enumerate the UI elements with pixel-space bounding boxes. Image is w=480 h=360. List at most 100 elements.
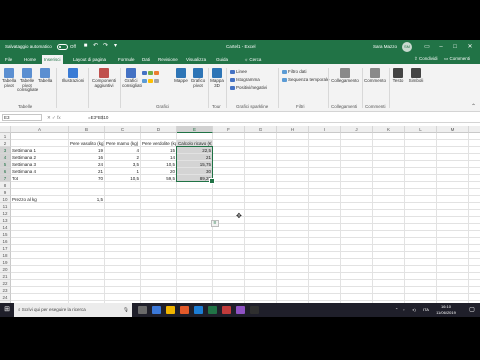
cell[interactable] bbox=[105, 287, 141, 294]
row-header-3[interactable]: 3 bbox=[0, 147, 11, 154]
cell[interactable] bbox=[437, 154, 469, 161]
cell[interactable] bbox=[69, 217, 105, 224]
cell[interactable] bbox=[11, 294, 69, 301]
windows-start-icon[interactable]: ⊞ bbox=[0, 303, 14, 317]
autosave-toggle[interactable] bbox=[57, 44, 68, 50]
cell[interactable] bbox=[245, 287, 277, 294]
cell[interactable] bbox=[277, 266, 309, 273]
row-header-7[interactable]: 7 bbox=[0, 175, 11, 182]
cell[interactable] bbox=[373, 182, 405, 189]
task-view-icon[interactable] bbox=[138, 306, 147, 314]
cell[interactable] bbox=[245, 224, 277, 231]
row-header-10[interactable]: 10 bbox=[0, 196, 11, 203]
cell[interactable] bbox=[341, 273, 373, 280]
cell[interactable] bbox=[105, 196, 141, 203]
cell[interactable] bbox=[405, 210, 437, 217]
cell[interactable] bbox=[309, 154, 341, 161]
row-header-22[interactable]: 22 bbox=[0, 280, 11, 287]
cell[interactable] bbox=[373, 245, 405, 252]
cell[interactable] bbox=[177, 196, 213, 203]
cell[interactable] bbox=[213, 294, 245, 301]
cell[interactable] bbox=[277, 210, 309, 217]
cell[interactable] bbox=[105, 203, 141, 210]
cell[interactable] bbox=[341, 252, 373, 259]
cell[interactable] bbox=[405, 294, 437, 301]
row-header-13[interactable]: 13 bbox=[0, 217, 11, 224]
cell[interactable] bbox=[177, 217, 213, 224]
cell[interactable] bbox=[309, 259, 341, 266]
row-header-1[interactable]: 1 bbox=[0, 133, 11, 140]
cell[interactable] bbox=[277, 238, 309, 245]
row-label-cell[interactable]: Settimana 3 bbox=[11, 161, 69, 168]
column-header-k[interactable]: K bbox=[373, 126, 405, 133]
cell[interactable] bbox=[437, 189, 469, 196]
cell[interactable] bbox=[341, 224, 373, 231]
cell[interactable] bbox=[373, 266, 405, 273]
cell[interactable] bbox=[105, 231, 141, 238]
cell[interactable] bbox=[437, 175, 469, 182]
cell[interactable] bbox=[469, 189, 480, 196]
cell[interactable] bbox=[437, 133, 469, 140]
cell[interactable] bbox=[141, 273, 177, 280]
cell[interactable] bbox=[11, 203, 69, 210]
cell[interactable] bbox=[213, 147, 245, 154]
cell[interactable] bbox=[213, 175, 245, 182]
cell[interactable] bbox=[437, 294, 469, 301]
fx-label[interactable]: fx bbox=[57, 115, 61, 120]
cell[interactable] bbox=[309, 238, 341, 245]
cell[interactable] bbox=[373, 189, 405, 196]
cell[interactable] bbox=[213, 168, 245, 175]
cell[interactable] bbox=[213, 133, 245, 140]
cell[interactable] bbox=[341, 189, 373, 196]
cell[interactable] bbox=[373, 231, 405, 238]
cell[interactable] bbox=[469, 161, 480, 168]
cell[interactable] bbox=[405, 133, 437, 140]
cell[interactable] bbox=[437, 280, 469, 287]
column-header-l[interactable]: L bbox=[405, 126, 437, 133]
cell[interactable] bbox=[245, 266, 277, 273]
cell[interactable] bbox=[277, 245, 309, 252]
cell[interactable] bbox=[405, 196, 437, 203]
cell[interactable] bbox=[309, 161, 341, 168]
recommended-charts-button[interactable]: Grafici consigliati bbox=[122, 68, 142, 88]
new-comment-button[interactable]: Commento bbox=[364, 68, 386, 84]
cell[interactable] bbox=[141, 210, 177, 217]
value-cell[interactable]: 70 bbox=[69, 175, 105, 182]
value-cell[interactable]: 15 bbox=[141, 147, 177, 154]
cell[interactable] bbox=[405, 217, 437, 224]
cell[interactable] bbox=[309, 203, 341, 210]
cell[interactable] bbox=[469, 140, 480, 147]
share-button[interactable]: ⇪ Condividi bbox=[414, 55, 438, 63]
cell[interactable] bbox=[469, 203, 480, 210]
cell[interactable] bbox=[213, 287, 245, 294]
cell[interactable] bbox=[437, 217, 469, 224]
cell[interactable] bbox=[341, 133, 373, 140]
cell[interactable] bbox=[309, 168, 341, 175]
save-icon[interactable]: ■ bbox=[82, 43, 89, 50]
cell[interactable] bbox=[309, 217, 341, 224]
tab-guida[interactable]: Guida bbox=[214, 55, 230, 64]
cell[interactable] bbox=[309, 189, 341, 196]
cell[interactable] bbox=[213, 259, 245, 266]
cell[interactable] bbox=[11, 259, 69, 266]
row-header-16[interactable]: 16 bbox=[0, 238, 11, 245]
cell[interactable] bbox=[309, 245, 341, 252]
cell[interactable] bbox=[309, 266, 341, 273]
cell[interactable] bbox=[105, 210, 141, 217]
column-header-j[interactable]: J bbox=[341, 126, 373, 133]
cell[interactable] bbox=[277, 140, 309, 147]
cell[interactable] bbox=[469, 133, 480, 140]
cell[interactable] bbox=[341, 210, 373, 217]
cell[interactable] bbox=[405, 140, 437, 147]
cell[interactable] bbox=[405, 280, 437, 287]
cell[interactable] bbox=[245, 245, 277, 252]
cell[interactable] bbox=[373, 280, 405, 287]
row-header-24[interactable]: 24 bbox=[0, 294, 11, 301]
cell[interactable] bbox=[141, 266, 177, 273]
cell[interactable] bbox=[437, 203, 469, 210]
cell[interactable] bbox=[341, 280, 373, 287]
cell[interactable] bbox=[245, 231, 277, 238]
tab-layout[interactable]: Layout di pagina bbox=[71, 55, 108, 64]
undo-icon[interactable]: ↶ bbox=[92, 43, 99, 50]
cell[interactable] bbox=[69, 182, 105, 189]
